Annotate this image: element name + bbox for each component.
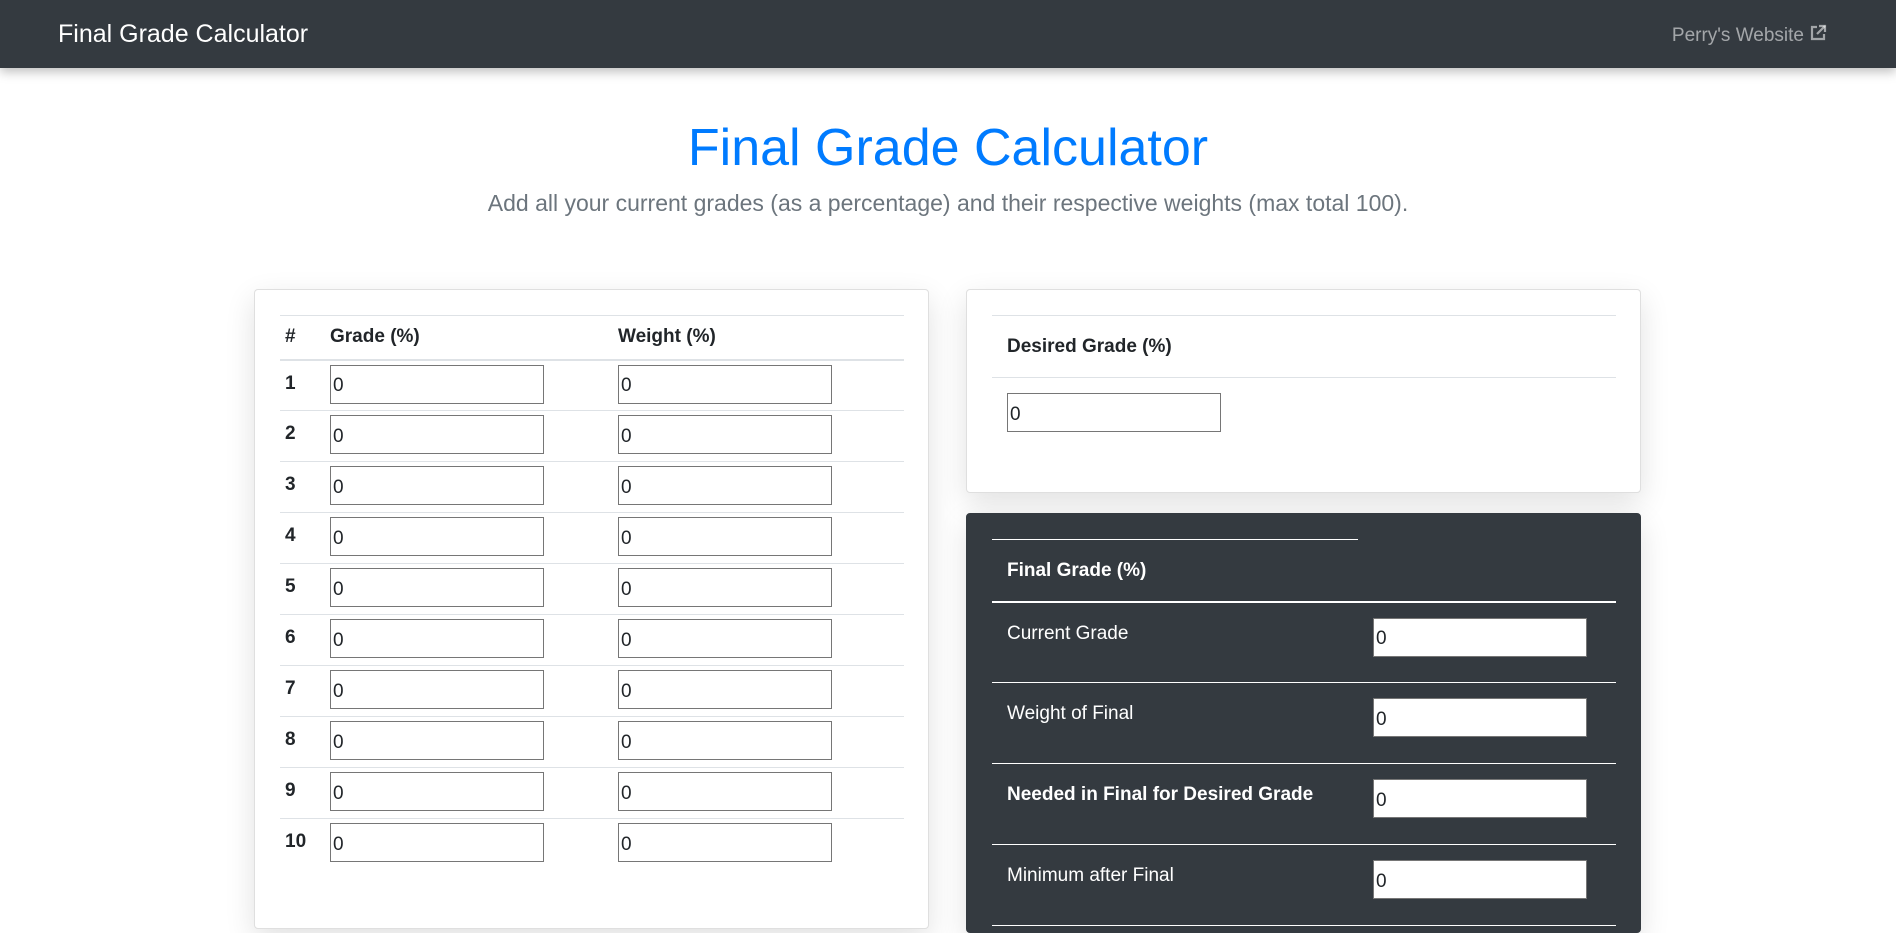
weight-of-final-row: Weight of Final [992, 682, 1616, 764]
desired-grade-label: Desired Grade (%) [992, 315, 1616, 378]
page-subtitle: Add all your current grades (as a percen… [487, 190, 1409, 216]
weight-of-final-label: Weight of Final [992, 682, 1358, 764]
grade-row: 9 [280, 767, 904, 819]
row-number: 3 [280, 461, 330, 513]
final-grade-header-blank [1358, 539, 1616, 603]
minimum-after-final-label: Minimum after Final [992, 844, 1358, 926]
external-link-icon [1808, 23, 1828, 49]
minimum-after-final-output[interactable] [1373, 860, 1587, 899]
grade-row: 1 [280, 359, 904, 411]
current-grade-label: Current Grade [992, 601, 1358, 683]
weight-input[interactable] [618, 568, 832, 607]
row-number: 2 [280, 410, 330, 462]
row-number: 4 [280, 512, 330, 564]
needed-in-final-label: Needed in Final for Desired Grade [992, 763, 1358, 845]
weight-input[interactable] [618, 619, 832, 658]
final-grade-table: Final Grade (%) Current Grade Weight of … [992, 539, 1616, 926]
col-header-weight: Weight (%) [618, 315, 904, 361]
grade-input[interactable] [330, 619, 544, 658]
row-number: 10 [280, 818, 330, 870]
weight-input[interactable] [618, 670, 832, 709]
perrys-website-link[interactable]: Perry's Website [1672, 23, 1828, 49]
grade-row: 10 [280, 818, 904, 870]
grade-input[interactable] [330, 670, 544, 709]
grade-input[interactable] [330, 568, 544, 607]
weight-input[interactable] [618, 721, 832, 760]
col-header-grade: Grade (%) [330, 315, 618, 361]
grades-header-row: # Grade (%) Weight (%) [280, 315, 904, 361]
grade-row: 2 [280, 410, 904, 462]
row-number: 9 [280, 767, 330, 819]
current-grade-row: Current Grade [992, 601, 1616, 683]
desired-grade-table: Desired Grade (%) [992, 315, 1616, 447]
col-header-num: # [280, 315, 330, 361]
grade-row: 4 [280, 512, 904, 564]
navbar-brand[interactable]: Final Grade Calculator [58, 20, 308, 49]
final-grade-header: Final Grade (%) [992, 539, 1358, 603]
weight-input[interactable] [618, 772, 832, 811]
minimum-after-final-row: Minimum after Final [992, 844, 1616, 926]
row-number: 6 [280, 614, 330, 666]
weight-input[interactable] [618, 823, 832, 862]
row-number: 7 [280, 665, 330, 717]
grade-row: 7 [280, 665, 904, 717]
grade-row: 5 [280, 563, 904, 615]
desired-grade-card: Desired Grade (%) [966, 289, 1641, 493]
grade-row: 3 [280, 461, 904, 513]
grade-input[interactable] [330, 415, 544, 454]
grade-input[interactable] [330, 772, 544, 811]
weight-input[interactable] [618, 466, 832, 505]
weight-of-final-output[interactable] [1373, 698, 1587, 737]
grades-table: # Grade (%) Weight (%) 12345678910 [280, 315, 904, 870]
final-grade-card: Final Grade (%) Current Grade Weight of … [966, 513, 1641, 933]
grades-card: # Grade (%) Weight (%) 12345678910 [254, 289, 929, 929]
grades-body: 12345678910 [280, 359, 904, 870]
grade-row: 8 [280, 716, 904, 768]
weight-input[interactable] [618, 415, 832, 454]
page-title: Final Grade Calculator [687, 119, 1209, 177]
row-number: 8 [280, 716, 330, 768]
grade-input[interactable] [330, 721, 544, 760]
grade-input[interactable] [330, 364, 544, 404]
weight-input[interactable] [618, 364, 832, 404]
navbar: Final Grade Calculator Perry's Website [0, 0, 1896, 68]
current-grade-output[interactable] [1373, 617, 1587, 657]
desired-grade-input[interactable] [1007, 393, 1221, 432]
needed-in-final-row: Needed in Final for Desired Grade [992, 763, 1616, 845]
grade-input[interactable] [330, 517, 544, 556]
grade-input[interactable] [330, 823, 544, 862]
row-number: 5 [280, 563, 330, 615]
row-number: 1 [280, 359, 330, 411]
grade-row: 6 [280, 614, 904, 666]
grade-input[interactable] [330, 466, 544, 505]
perrys-website-label: Perry's Website [1671, 25, 1804, 46]
needed-in-final-output[interactable] [1373, 779, 1587, 818]
weight-input[interactable] [618, 517, 832, 556]
